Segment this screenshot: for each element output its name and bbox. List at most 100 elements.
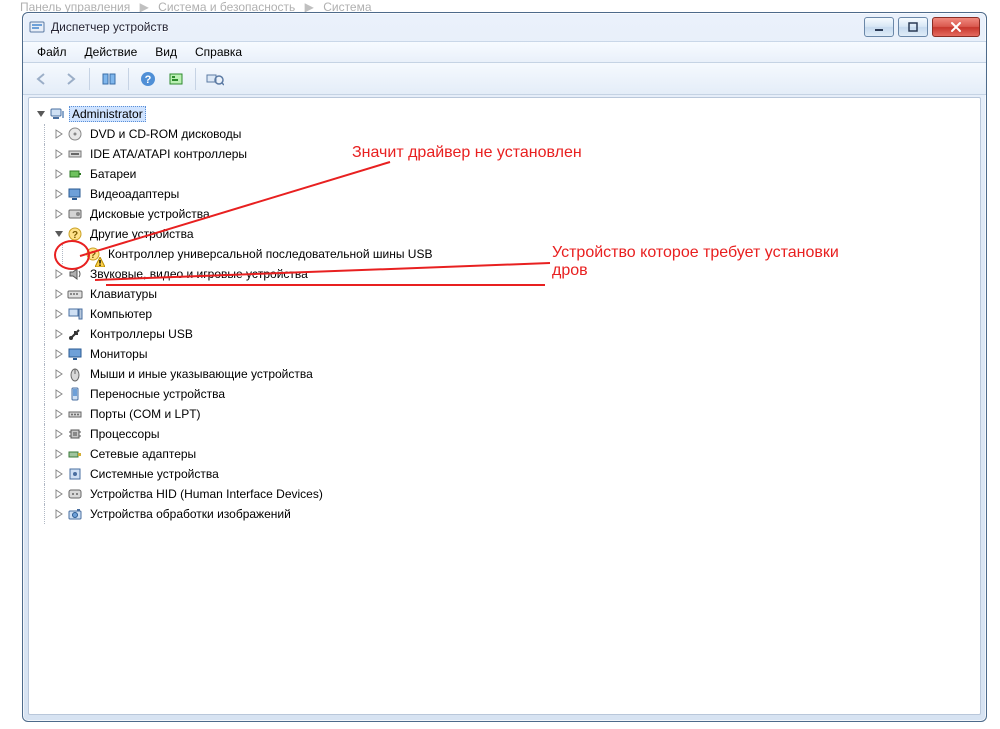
help-button[interactable]: ? [135, 66, 161, 92]
toolbar-separator [128, 68, 129, 90]
port-icon [67, 406, 83, 422]
tree-item-label[interactable]: Батареи [87, 166, 139, 182]
tree-item[interactable]: Системные устройства [35, 464, 974, 484]
tree-item[interactable]: Звуковые, видео и игровые устройства [35, 264, 974, 284]
tree-item[interactable]: ?Другие устройства [35, 224, 974, 244]
chevron-right-icon[interactable] [53, 468, 65, 480]
tree-item[interactable]: Мониторы [35, 344, 974, 364]
breadcrumb: Панель управления ▶ Система и безопаснос… [20, 0, 980, 12]
chevron-right-icon[interactable] [53, 268, 65, 280]
tree-item-label[interactable]: Устройства HID (Human Interface Devices) [87, 486, 326, 502]
tree-item[interactable]: IDE ATA/ATAPI контроллеры [35, 144, 974, 164]
tree-item-label[interactable]: Administrator [69, 106, 146, 122]
chevron-right-icon[interactable] [53, 148, 65, 160]
close-button[interactable] [932, 17, 980, 37]
columns-icon [101, 71, 117, 87]
chevron-right-icon[interactable] [53, 168, 65, 180]
green-box-icon [168, 71, 184, 87]
breadcrumb-segment: Система [323, 0, 371, 12]
tree-item[interactable]: Сетевые адаптеры [35, 444, 974, 464]
tree-item-label[interactable]: Звуковые, видео и игровые устройства [87, 266, 311, 282]
chevron-right-icon[interactable] [53, 188, 65, 200]
svg-text:?: ? [145, 74, 152, 86]
tree-item-label[interactable]: Контроллер универсальной последовательно… [105, 246, 435, 262]
monitor-icon [67, 346, 83, 362]
ide-controller-icon [67, 146, 83, 162]
menu-file[interactable]: Файл [29, 43, 75, 61]
chevron-right-icon[interactable] [53, 388, 65, 400]
menu-help[interactable]: Справка [187, 43, 250, 61]
tree-item[interactable]: Клавиатуры [35, 284, 974, 304]
tree-item-label[interactable]: Видеоадаптеры [87, 186, 182, 202]
toolbar-separator [195, 68, 196, 90]
chevron-right-icon[interactable] [53, 408, 65, 420]
system-device-icon [67, 466, 83, 482]
device-tree[interactable]: Administrator DVD и CD-ROM дисководы IDE A… [35, 104, 974, 708]
chevron-down-icon[interactable] [53, 228, 65, 240]
title-bar[interactable]: Диспетчер устройств [23, 13, 986, 41]
back-button[interactable] [29, 66, 55, 92]
chevron-right-icon[interactable] [53, 348, 65, 360]
show-hidden-button[interactable] [96, 66, 122, 92]
chevron-right-icon[interactable] [53, 508, 65, 520]
scan-button[interactable] [202, 66, 228, 92]
tree-item-label[interactable]: Компьютер [87, 306, 155, 322]
chevron-right-icon[interactable] [53, 428, 65, 440]
details-button[interactable] [163, 66, 189, 92]
tree-item[interactable]: Порты (COM и LPT) [35, 404, 974, 424]
chevron-right-icon[interactable] [53, 448, 65, 460]
forward-button[interactable] [57, 66, 83, 92]
tree-item-label[interactable]: Мыши и иные указывающие устройства [87, 366, 316, 382]
computer-icon [49, 106, 65, 122]
usb-icon [67, 326, 83, 342]
maximize-button[interactable] [898, 17, 928, 37]
chevron-down-icon[interactable] [35, 108, 47, 120]
app-icon [29, 19, 45, 35]
menu-action[interactable]: Действие [77, 43, 146, 61]
chevron-right-icon[interactable] [53, 128, 65, 140]
hid-icon [67, 486, 83, 502]
network-adapter-icon [67, 446, 83, 462]
tree-item[interactable]: Контроллеры USB [35, 324, 974, 344]
chevron-right-icon[interactable] [53, 288, 65, 300]
tree-item-label[interactable]: Порты (COM и LPT) [87, 406, 204, 422]
chevron-right-icon[interactable] [53, 308, 65, 320]
tree-item[interactable]: DVD и CD-ROM дисководы [35, 124, 974, 144]
client-area: Administrator DVD и CD-ROM дисководы IDE A… [28, 97, 981, 715]
tree-item[interactable]: Дисковые устройства [35, 204, 974, 224]
chevron-right-icon[interactable] [53, 208, 65, 220]
tree-item-label[interactable]: Системные устройства [87, 466, 222, 482]
tree-item-label[interactable]: Контроллеры USB [87, 326, 196, 342]
tree-item-label[interactable]: Сетевые адаптеры [87, 446, 199, 462]
optical-drive-icon [67, 126, 83, 142]
scan-icon [206, 71, 224, 87]
chevron-right-icon[interactable] [53, 368, 65, 380]
cpu-icon [67, 426, 83, 442]
chevron-right-icon[interactable] [53, 328, 65, 340]
tree-item[interactable]: Процессоры [35, 424, 974, 444]
tree-item[interactable]: Переносные устройства [35, 384, 974, 404]
tree-item[interactable]: Мыши и иные указывающие устройства [35, 364, 974, 384]
tree-item[interactable]: ?Контроллер универсальной последовательн… [35, 244, 974, 264]
minimize-button[interactable] [864, 17, 894, 37]
disk-drive-icon [67, 206, 83, 222]
tree-item-label[interactable]: Процессоры [87, 426, 163, 442]
tree-item-label[interactable]: Дисковые устройства [87, 206, 213, 222]
tree-root[interactable]: Administrator [35, 104, 974, 124]
tree-item-label[interactable]: Устройства обработки изображений [87, 506, 294, 522]
menu-view[interactable]: Вид [147, 43, 185, 61]
chevron-right-icon[interactable] [53, 488, 65, 500]
tree-item[interactable]: Батареи [35, 164, 974, 184]
tree-item[interactable]: Устройства обработки изображений [35, 504, 974, 524]
tree-item-label[interactable]: IDE ATA/ATAPI контроллеры [87, 146, 250, 162]
tree-item[interactable]: Компьютер [35, 304, 974, 324]
chevron-right-icon: ▶ [140, 0, 149, 12]
tree-item-label[interactable]: Другие устройства [87, 226, 197, 242]
tree-item[interactable]: Устройства HID (Human Interface Devices) [35, 484, 974, 504]
tree-item[interactable]: Видеоадаптеры [35, 184, 974, 204]
tree-item-label[interactable]: DVD и CD-ROM дисководы [87, 126, 244, 142]
menu-bar: Файл Действие Вид Справка [23, 41, 986, 63]
tree-item-label[interactable]: Переносные устройства [87, 386, 228, 402]
tree-item-label[interactable]: Клавиатуры [87, 286, 160, 302]
tree-item-label[interactable]: Мониторы [87, 346, 150, 362]
